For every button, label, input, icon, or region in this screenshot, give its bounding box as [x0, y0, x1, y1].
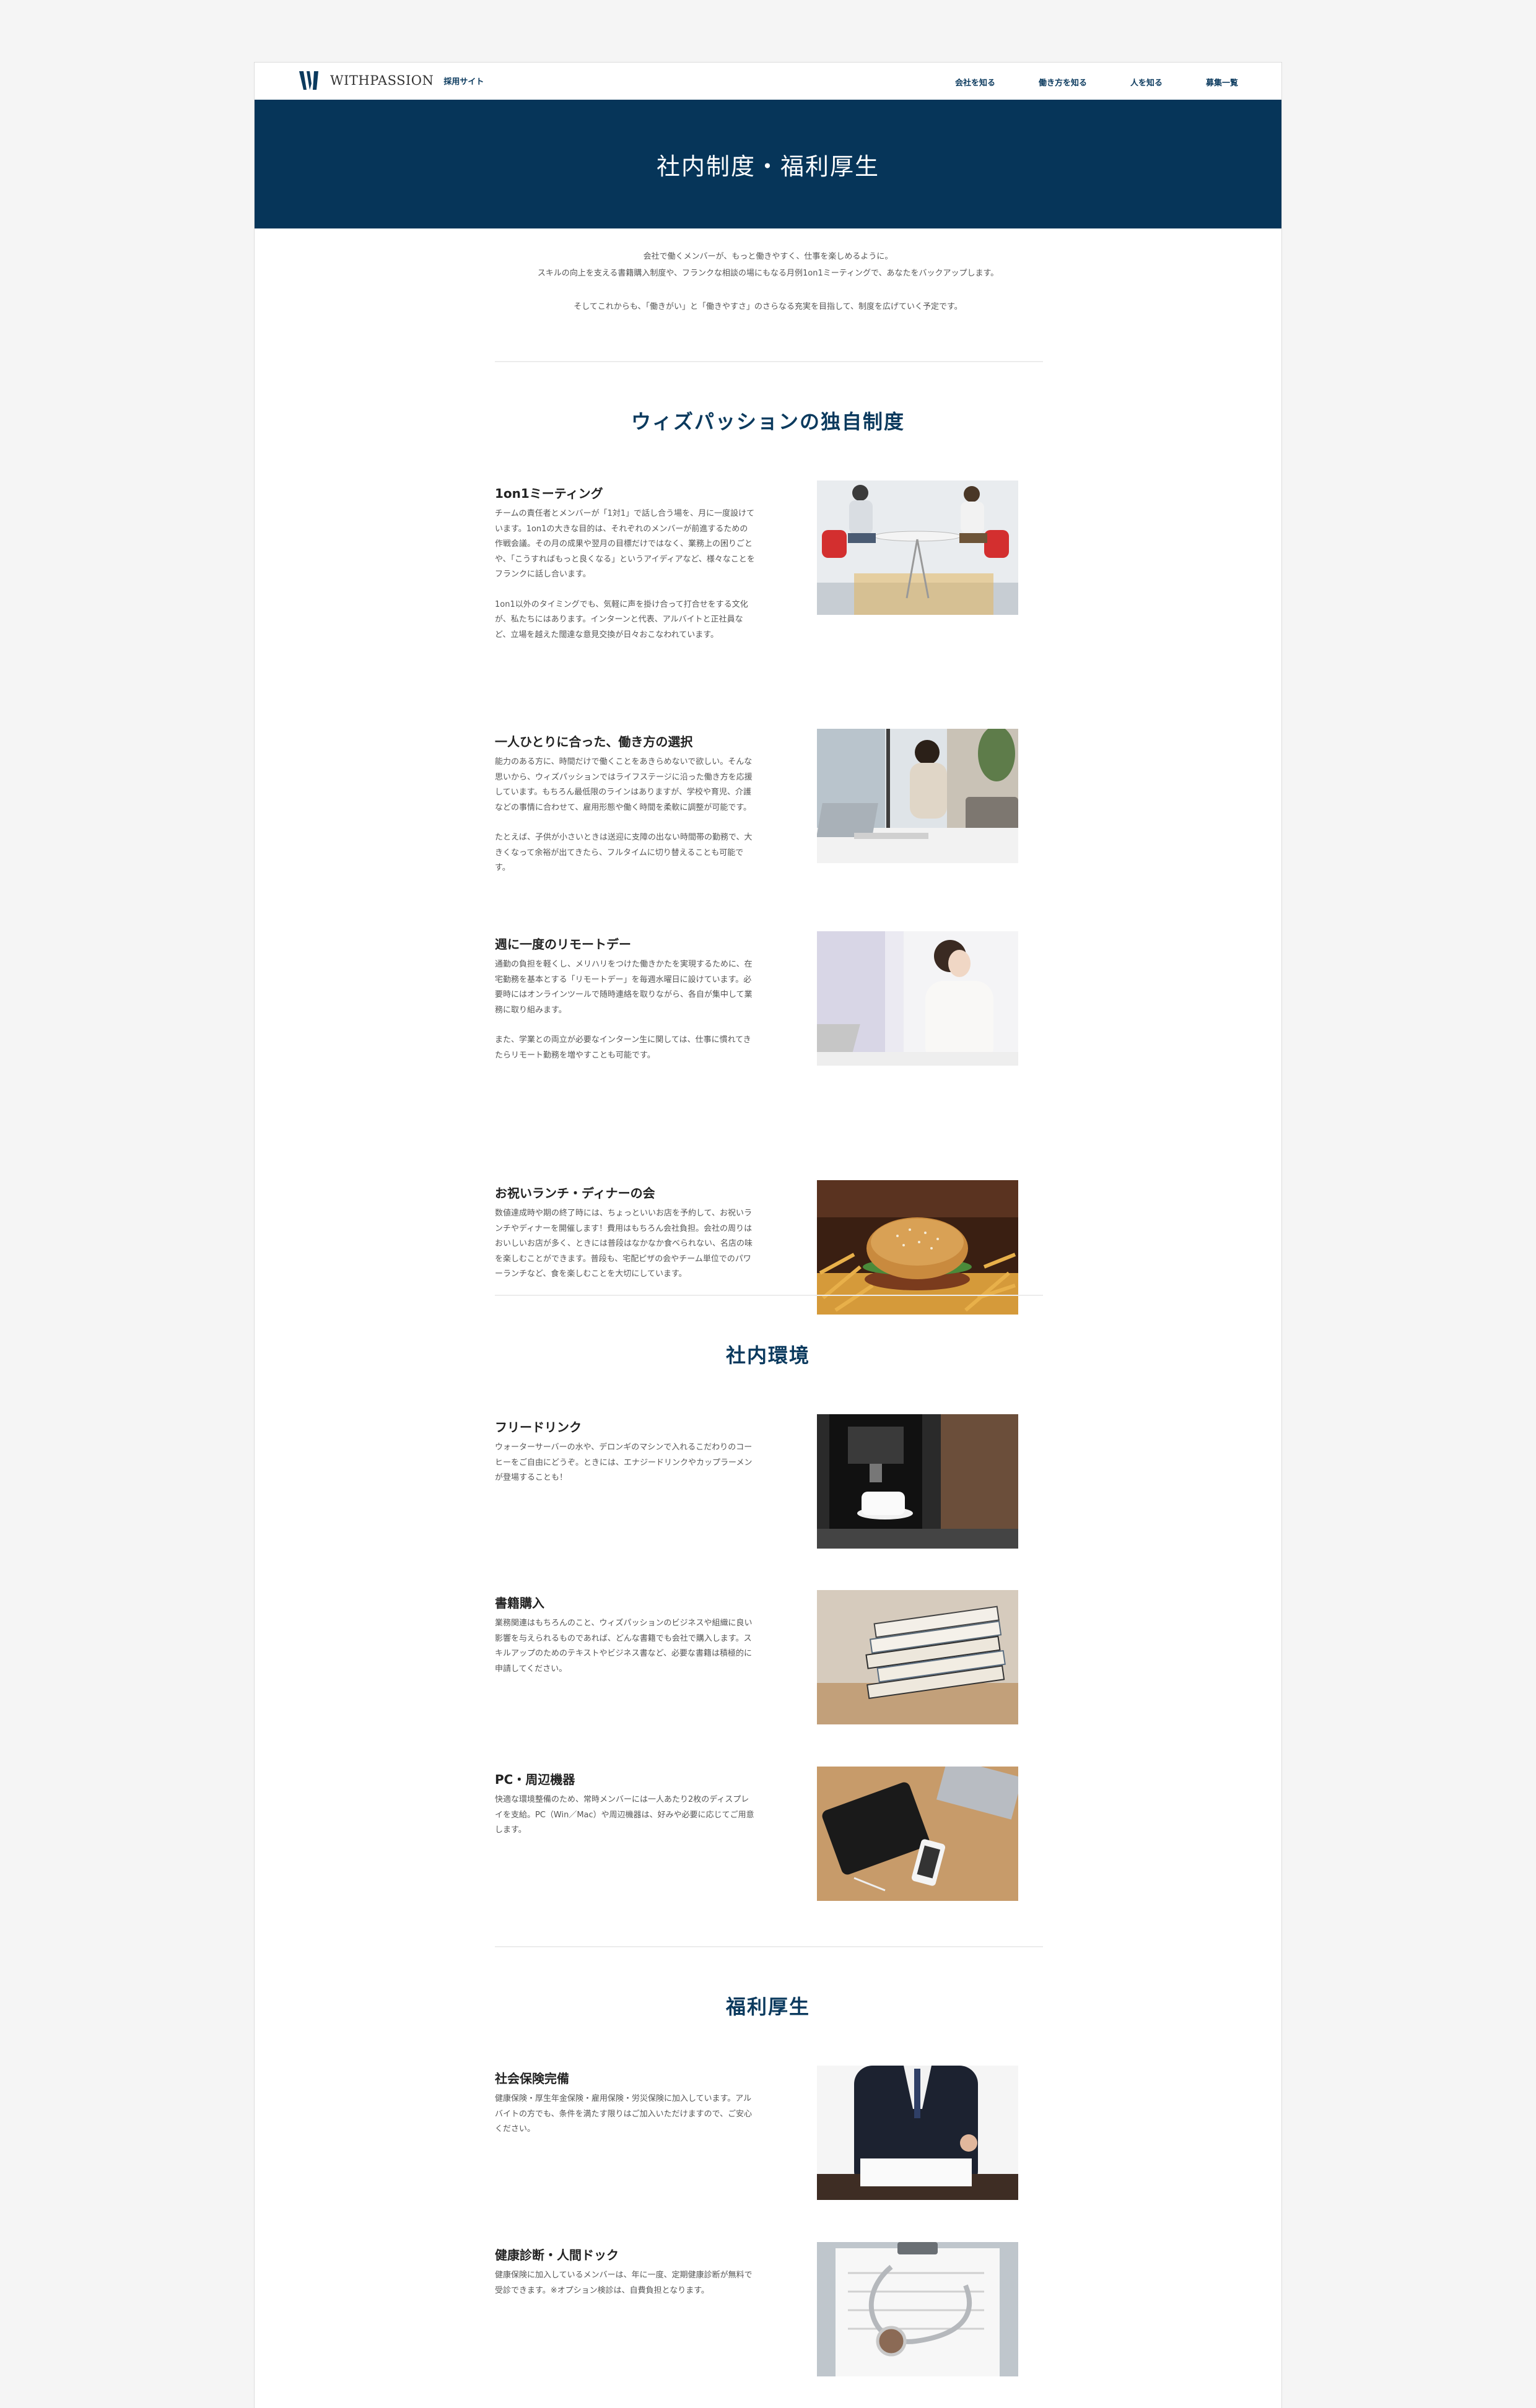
section-title-welfare: 福利厚生	[725, 1995, 810, 2019]
item-text: また、学業との両立が必要なインターン生に関しては、仕事に慣れてきたらリモート勤務…	[495, 1035, 751, 1060]
logo-mark-icon	[299, 71, 318, 90]
laptop-woman-photo	[817, 729, 1018, 863]
item-heading: 週に一度のリモートデー	[495, 937, 631, 952]
nav-link-jobs[interactable]: 募集一覧	[1206, 76, 1238, 88]
item-text: 数値達成時や期の終了時には、ちょっといいお店を予約して、お祝いランチやディナーを…	[495, 1209, 753, 1279]
item-text: 業務関連はもちろんのこと、ウィズパッションのビジネスや組織に良い影響を与えられる…	[495, 1619, 753, 1674]
item-text: 快適な環境整備のため、常時メンバーには一人あたり2枚のディスプレイを支給。PC（…	[495, 1795, 754, 1835]
feature-item-free-drink: フリードリンク ウォーターサーバーの水や、デロンギのマシンで入れるこだわりのコー…	[495, 1414, 1043, 1549]
coffee-machine-photo	[817, 1414, 1018, 1549]
nav-link-company[interactable]: 会社を知る	[955, 76, 995, 88]
item-text: 健康保険に加入しているメンバーは、年に一度、定期健康診断が無料で受診できます。※…	[495, 2271, 753, 2295]
intro-line: そしてこれからも、「働きがい」と「働きやすさ」のさらなる充実を目指して、制度を広…	[574, 302, 962, 311]
item-text: ウォーターサーバーの水や、デロンギのマシンで入れるこだわりのコーヒーをご自由にど…	[495, 1443, 753, 1482]
page-title: 社内制度・福利厚生	[656, 152, 879, 180]
logo-subtitle: 採用サイト	[443, 77, 484, 87]
item-heading: 1on1ミーティング	[495, 486, 603, 501]
devices-photo	[817, 1767, 1018, 1901]
section-title-environment: 社内環境	[725, 1344, 810, 1367]
feature-item-pc: PC・周辺機器 快適な環境整備のため、常時メンバーには一人あたり2枚のディスプレ…	[495, 1767, 1043, 1901]
site-logo[interactable]: WITHPASSION 採用サイト	[298, 70, 484, 91]
intro-text: 会社で働くメンバーが、もっと働きやすく、仕事を楽しめるように。 スキルの向上を支…	[255, 248, 1281, 315]
item-heading: 一人ひとりに合った、働き方の選択	[495, 734, 693, 749]
item-heading: フリードリンク	[495, 1420, 582, 1435]
section-divider	[495, 1946, 1043, 1947]
stethoscope-photo	[817, 2242, 1018, 2376]
feature-item-celebration: お祝いランチ・ディナーの会 数値達成時や期の終了時には、ちょっといいお店を予約し…	[495, 1180, 1043, 1315]
intro-line: 会社で働くメンバーが、もっと働きやすく、仕事を楽しめるように。	[643, 252, 893, 261]
businessman-photo	[817, 2066, 1018, 2200]
meeting-photo	[817, 480, 1018, 615]
section-title-original: ウィズパッションの独自制度	[631, 410, 905, 433]
item-text: 通勤の負担を軽くし、メリハリをつけた働きかたを実現するために、在宅勤務を基本とす…	[495, 960, 753, 1015]
page-frame: WITHPASSION 採用サイト 会社を知る 働き方を知る 人を知る 募集一覧…	[254, 62, 1282, 2408]
site-header: WITHPASSION 採用サイト 会社を知る 働き方を知る 人を知る 募集一覧	[255, 63, 1281, 100]
feature-item-workstyle: 一人ひとりに合った、働き方の選択 能力のある方に、時間だけで働くことをあきらめな…	[495, 729, 1043, 876]
item-heading: 書籍購入	[495, 1596, 544, 1610]
feature-item-remote: 週に一度のリモートデー 通勤の負担を軽くし、メリハリをつけた働きかたを実現するた…	[495, 931, 1043, 1066]
item-text: 健康保険・厚生年金保険・雇用保険・労災保険に加入しています。アルバイトの方でも、…	[495, 2094, 753, 2134]
item-heading: 健康診断・人間ドック	[495, 2248, 619, 2262]
item-text: 1on1以外のタイミングでも、気軽に声を掛け合って打合せをする文化が、私たちには…	[495, 599, 748, 640]
nav-link-workstyle[interactable]: 働き方を知る	[1039, 76, 1087, 88]
feature-item-books: 書籍購入 業務関連はもちろんのこと、ウィズパッションのビジネスや組織に良い影響を…	[495, 1590, 1043, 1724]
feature-item-health-check: 健康診断・人間ドック 健康保険に加入しているメンバーは、年に一度、定期健康診断が…	[495, 2242, 1043, 2376]
hero-banner: 社内制度・福利厚生	[255, 100, 1281, 228]
section-divider	[495, 361, 1043, 362]
nav-link-people[interactable]: 人を知る	[1130, 76, 1163, 88]
intro-line: スキルの向上を支える書籍購入制度や、フランクな相談の場にもなる月例1on1ミーテ…	[537, 269, 999, 278]
section-divider	[495, 1295, 1043, 1296]
logo-text: WITHPASSION	[330, 73, 434, 88]
feature-item-1on1: 1on1ミーティング チームの責任者とメンバーが「1対1」で話し合う場を、月に一…	[495, 480, 1043, 643]
global-nav: 会社を知る 働き方を知る 人を知る 募集一覧	[912, 76, 1238, 88]
item-text: たとえば、子供が小さいときは送迎に支障の出ない時間帯の勤務で、大きくなって余裕が…	[495, 833, 753, 872]
item-heading: お祝いランチ・ディナーの会	[495, 1186, 655, 1201]
item-heading: PC・周辺機器	[495, 1772, 575, 1787]
books-photo	[817, 1590, 1018, 1724]
item-text: 能力のある方に、時間だけで働くことをあきらめないで欲しい。そんな思いから、ウィズ…	[495, 757, 753, 812]
feature-item-insurance: 社会保険完備 健康保険・厚生年金保険・雇用保険・労災保険に加入しています。アルバ…	[495, 2066, 1043, 2200]
item-heading: 社会保険完備	[495, 2071, 569, 2086]
remote-woman-photo	[817, 931, 1018, 1066]
item-text: チームの責任者とメンバーが「1対1」で話し合う場を、月に一度設けています。1on…	[495, 509, 755, 579]
